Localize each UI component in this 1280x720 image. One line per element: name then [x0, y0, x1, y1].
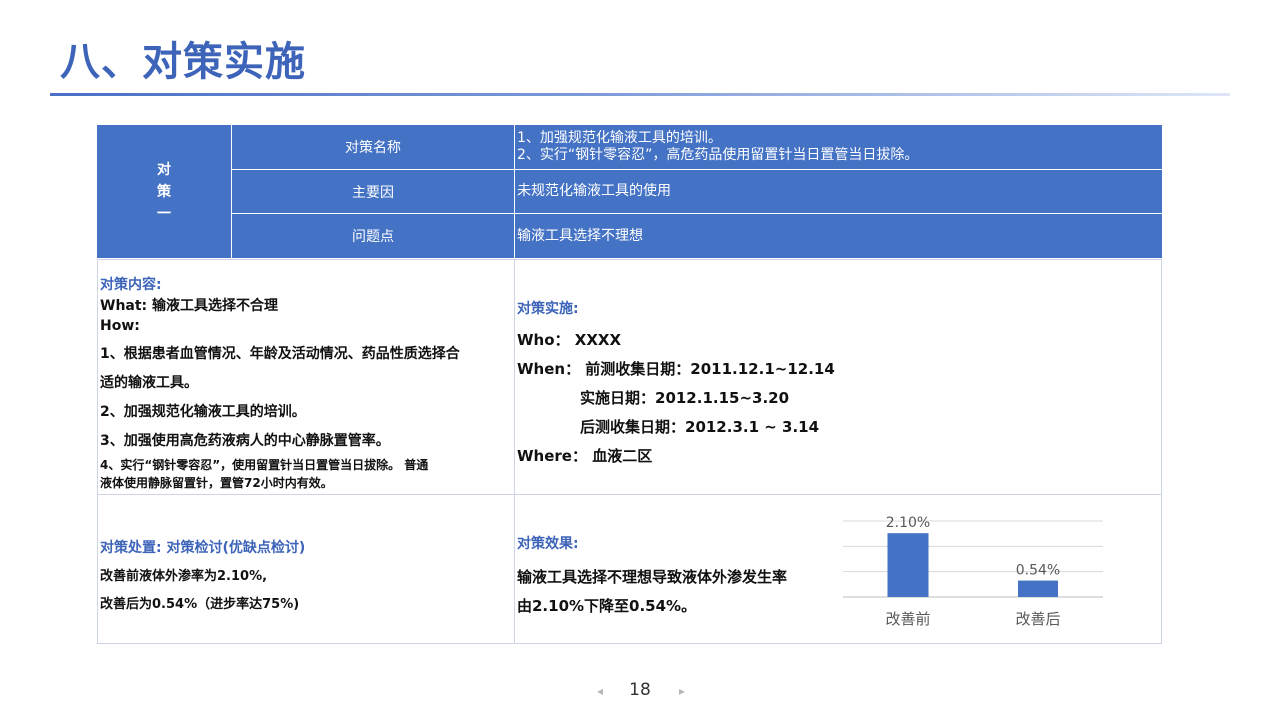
row-label-cell: 对 策 一: [97, 125, 232, 259]
implementation-impl-date: 实施日期：2012.1.15~3.20: [580, 389, 790, 407]
prev-page-icon[interactable]: ◂: [597, 684, 603, 698]
row-label: 对 策 一: [157, 161, 171, 222]
row-label-name: 对策名称: [345, 140, 401, 156]
label-cell-main-cause: 主要因: [232, 170, 515, 214]
content-item-4b: 液体使用静脉留置针，置管72小时内有效。: [100, 476, 333, 490]
implementation-post-date: 后测收集日期：2012.3.1 ~ 3.14: [580, 418, 820, 436]
review-heading: 对策处置: 对策检讨(优缺点检讨): [100, 540, 306, 556]
content-how: How:: [100, 318, 140, 334]
main-cause-value: 未规范化输液工具的使用: [517, 183, 671, 199]
page-title: 八、对策实施: [60, 39, 306, 85]
implementation-where: Where： 血液二区: [517, 447, 653, 465]
content-heading: 对策内容:: [100, 277, 162, 293]
label-cell-name: 对策名称: [232, 125, 515, 170]
review-line-2: 改善后为0.54%（进步率达75%): [100, 597, 300, 612]
effect-cell: 对策效果: 输液工具选择不理想导致液体外渗发生率 由2.10%下降至0.54%。…: [515, 495, 1162, 644]
label-cell-problem: 问题点: [232, 214, 515, 259]
row-label-main-cause: 主要因: [352, 184, 394, 201]
name-line-1: 1、加强规范化输液工具的培训。: [517, 130, 722, 146]
content-item-2: 2、加强规范化输液工具的培训。: [100, 404, 306, 420]
title-underline: [50, 93, 1230, 96]
content-what: What: 输液工具选择不合理: [100, 298, 279, 314]
implementation-heading: 对策实施:: [517, 301, 579, 317]
next-page-icon[interactable]: ▸: [679, 684, 685, 698]
value-cell-name: 1、加强规范化输液工具的培训。 2、实行“钢针零容忍”，高危药品使用留置针当日置…: [515, 125, 1162, 170]
countermeasure-table: 对 策 一 对策名称 1、加强规范化输液工具的培训。 2、实行“钢针零容忍”，高…: [97, 125, 1162, 644]
review-cell: 对策处置: 对策检讨(优缺点检讨) 改善前液体外渗率为2.10%, 改善后为0.…: [97, 495, 515, 644]
row-label-problem: 问题点: [352, 229, 394, 245]
bar-2: [1018, 580, 1058, 597]
content-item-4a: 4、实行“钢针零容忍”，使用留置针当日置管当日拔除。 普通: [100, 458, 429, 472]
page-number: 18: [629, 680, 651, 700]
problem-value: 输液工具选择不理想: [517, 227, 643, 244]
implementation-who: Who： XXXX: [517, 331, 622, 349]
implementation-when: When： 前测收集日期：2011.12.1~12.14: [517, 360, 835, 378]
data-label-2: 0.54%: [1016, 563, 1060, 579]
effect-bar-chart: 2.10% 改善前 0.54% 改善后: [843, 515, 1103, 628]
bar-1: [887, 533, 929, 597]
value-cell-main-cause: 未规范化输液工具的使用: [515, 170, 1162, 214]
content-cell: 对策内容: What: 输液工具选择不合理 How: 1、根据患者血管情况、年龄…: [97, 259, 515, 495]
content-item-1a: 1、根据患者血管情况、年龄及活动情况、药品性质选择合: [100, 346, 460, 362]
category-label-2: 改善后: [1015, 610, 1060, 628]
value-cell-problem: 输液工具选择不理想: [515, 214, 1162, 259]
name-line-2: 2、实行“钢针零容忍”，高危药品使用留置针当日置管当日拔除。: [517, 147, 919, 163]
category-label-1: 改善前: [885, 610, 930, 628]
data-label-1: 2.10%: [886, 515, 930, 531]
review-line-1: 改善前液体外渗率为2.10%,: [100, 569, 268, 584]
implementation-cell: 对策实施: Who： XXXX When： 前测收集日期：2011.12.1~1…: [515, 259, 1162, 495]
content-item-3: 3、加强使用高危药液病人的中心静脉置管率。: [100, 433, 390, 449]
content-item-1b: 适的输液工具。: [100, 375, 198, 391]
